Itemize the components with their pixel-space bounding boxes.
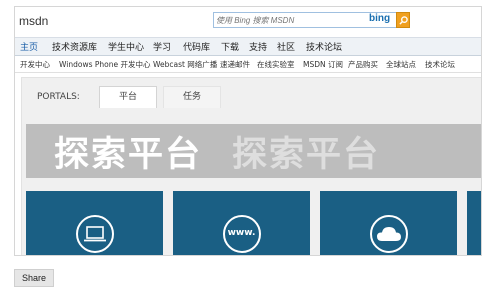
subnav-item-newsletter[interactable]: 速递邮件 xyxy=(220,59,250,70)
nav-item-library[interactable]: 技术资源库 xyxy=(52,40,97,53)
cloud-icon xyxy=(369,215,408,253)
search-icon xyxy=(399,16,408,25)
tab-platform-label: 平台 xyxy=(118,92,137,102)
nav-item-community[interactable]: 社区 xyxy=(277,40,295,53)
nav-item-support[interactable]: 支持 xyxy=(249,40,267,53)
tab-tasks-label: 任务 xyxy=(182,92,201,102)
subnav-item-subscription[interactable]: MSDN 订阅 xyxy=(303,59,343,70)
msdn-page: msdn bing 主页 技术资源库 学生中心 学习 代码库 下载 支持 社区 … xyxy=(14,6,482,256)
tab-platform[interactable]: 平台 xyxy=(99,86,157,108)
search-input[interactable] xyxy=(216,13,366,27)
main-nav: 主页 技术资源库 学生中心 学习 代码库 下载 支持 社区 技术论坛 xyxy=(15,37,481,56)
nav-item-forums[interactable]: 技术论坛 xyxy=(306,40,342,53)
search-button[interactable] xyxy=(396,12,410,28)
nav-item-code[interactable]: 代码库 xyxy=(183,40,210,53)
hero-title-shadow: 探索平台 xyxy=(232,135,381,175)
tab-tasks[interactable]: 任务 xyxy=(163,86,221,108)
top-bar: msdn bing xyxy=(15,7,481,37)
portals-label: PORTALS: xyxy=(37,92,80,102)
subnav-item-global[interactable]: 全球站点 xyxy=(386,59,416,70)
tile-laptop[interactable] xyxy=(26,191,163,255)
laptop-icon xyxy=(75,215,114,253)
portals-content: PORTALS: 平台 任务 探索平台 探索平台 www. xyxy=(21,77,481,255)
subnav-item-forums[interactable]: 技术论坛 xyxy=(425,59,455,70)
subnav-item-labs[interactable]: 在线实验室 xyxy=(257,59,295,70)
tile-partial[interactable] xyxy=(467,191,481,255)
nav-item-home[interactable]: 主页 xyxy=(20,40,38,53)
subnav-item-buy[interactable]: 产品购买 xyxy=(348,59,378,70)
nav-item-learn[interactable]: 学习 xyxy=(153,40,171,53)
search-box: bing xyxy=(213,12,410,28)
www-label: www. xyxy=(227,228,256,238)
www-icon: www. xyxy=(222,215,261,253)
tile-www[interactable]: www. xyxy=(173,191,310,255)
hero-banner: 探索平台 探索平台 xyxy=(26,124,481,178)
subnav-item-webcast[interactable]: Webcast 网络广播 xyxy=(153,59,217,70)
bing-logo: bing xyxy=(369,13,391,24)
subnav-item-dev-center[interactable]: 开发中心 xyxy=(20,59,50,70)
nav-item-downloads[interactable]: 下载 xyxy=(221,40,239,53)
sub-nav: 开发中心 Windows Phone 开发中心 Webcast 网络广播 速递邮… xyxy=(15,56,481,73)
tile-cloud[interactable] xyxy=(320,191,457,255)
subnav-item-windows-phone[interactable]: Windows Phone 开发中心 xyxy=(59,59,150,70)
nav-item-students[interactable]: 学生中心 xyxy=(108,40,144,53)
share-button[interactable]: Share xyxy=(14,269,54,287)
hero-title: 探索平台 xyxy=(54,135,203,175)
msdn-logo[interactable]: msdn xyxy=(19,14,48,28)
